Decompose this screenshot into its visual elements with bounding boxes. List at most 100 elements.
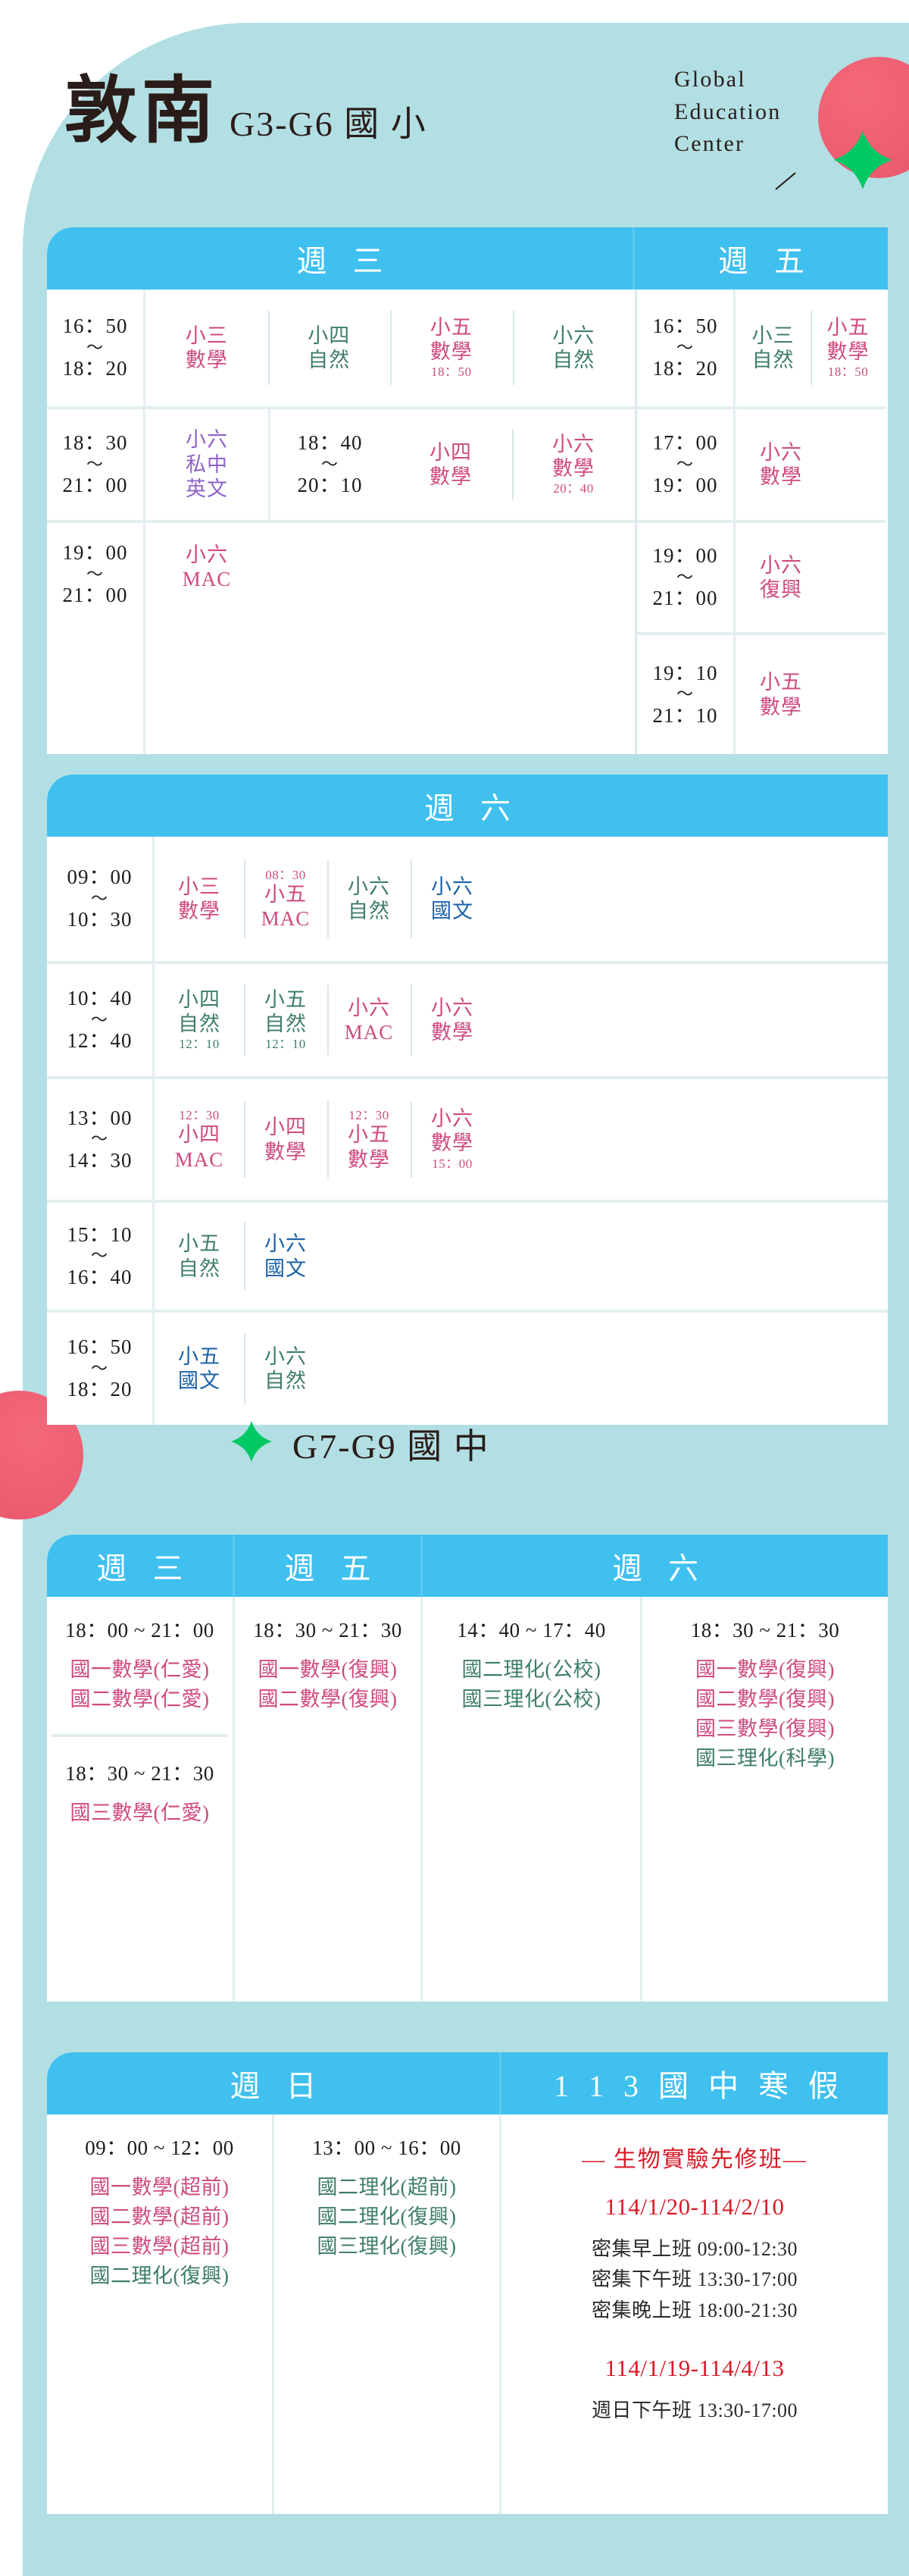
table-row: 19：00 〜 21：00 小六 復興: [637, 523, 886, 635]
time-tilde: 〜: [86, 564, 104, 584]
class-endtime: 20：40: [553, 481, 594, 496]
class-item: 國三數學(復興): [695, 1717, 835, 1741]
schedule-block: 09：00 ~ 12：00 國一數學(超前) 國二數學(超前) 國三數學(超前)…: [52, 2131, 267, 2292]
class-item: 小五 自然: [155, 1203, 244, 1310]
class-endtime: 18：50: [827, 365, 869, 380]
class-grade: 小五: [430, 315, 473, 339]
empty-cell: [494, 837, 888, 961]
wednesday-group: 16：50 〜 18：20 小三 數學 小四 自然 小五 數學 18：50 小六…: [47, 290, 635, 754]
class-cells: 小六 私中 英文 18：40 〜 20：10 小四 數學 小六 數學 20：40: [145, 409, 635, 520]
time-start: 09：00: [67, 865, 133, 889]
class-grade: 小六: [431, 875, 473, 898]
class-item: 小三 自然: [736, 290, 811, 406]
class-item: 小六 MAC: [145, 523, 268, 598]
time-end: 21：00: [62, 584, 128, 607]
class-cells: 小三 數學 小四 自然 小五 數學 18：50 小六 自然: [145, 290, 635, 406]
schedule-block: 18：30 ~ 21：30 國一數學(復興) 國二數學(復興): [239, 1614, 416, 1714]
time-tilde: 〜: [90, 1009, 108, 1029]
time-range: 18：30 ~ 21：30: [65, 1762, 214, 1786]
time-start: 17：00: [652, 431, 718, 455]
gec-line-1: Global: [674, 67, 746, 92]
class-subject: MAC: [344, 1021, 394, 1044]
class-cells: 小三 自然 小五 數學 18：50: [736, 290, 886, 406]
class-grade: 小六: [552, 432, 595, 455]
class-item: 小六 自然: [512, 290, 636, 406]
table-header-row: 週 六: [47, 775, 888, 837]
inner-time-range: 18：40 〜 20：10: [268, 409, 389, 520]
time-range: 18：00 ~ 21：00: [65, 1619, 214, 1642]
schedule-block: 14：40 ~ 17：40 國二理化(公校) 國三理化(公校): [427, 1614, 636, 1714]
class-grade: 小三: [185, 324, 228, 347]
poster-page: 敦南 G3-G6 國 小 Global Education Center 週 三…: [0, 0, 909, 2576]
class-endtime: 12：10: [265, 1037, 306, 1052]
class-item: 小四 數學: [389, 409, 512, 520]
camp-date-2: 114/1/19-114/4/13: [604, 2354, 785, 2381]
column-header-saturday: 週 六: [612, 1551, 708, 1585]
column-header-wednesday: 週 三: [47, 1535, 235, 1597]
class-subject: 國文: [431, 900, 473, 922]
table-body: 09：00 ~ 12：00 國一數學(超前) 國二數學(超前) 國三數學(超前)…: [47, 2114, 888, 2514]
gec-line-2: Education: [674, 99, 782, 124]
column-header-sunday: 週 日: [47, 2052, 501, 2114]
camp-session-afternoon: 密集下午班 13:30-17:00: [591, 2268, 798, 2291]
class-item: 小六 國文: [244, 1203, 327, 1310]
time-start: 19：10: [652, 661, 718, 684]
junior-section-title: G7-G9 國 中: [227, 1417, 490, 1470]
class-item: 國一數學(仁愛): [70, 1658, 210, 1681]
class-subject: 國文: [178, 1369, 220, 1392]
time-tilde: 〜: [676, 567, 694, 587]
class-subject: 自然: [552, 349, 595, 371]
camp-date-1: 114/1/20-114/2/10: [604, 2193, 785, 2220]
class-grade: 小六: [348, 996, 390, 1019]
time-start: 18：30: [62, 431, 128, 455]
time-start: 16：50: [67, 1335, 133, 1359]
class-item: 國二理化(復興): [89, 2265, 230, 2288]
class-starttime: 12：30: [348, 1108, 389, 1123]
class-cells: 12：30 小四 MAC 小四 數學 12：30 小五 數學 小六 數學 15：…: [155, 1079, 888, 1200]
class-item: 小六 私中 英文: [145, 409, 268, 520]
junior-column-sunday-afternoon: 13：00 ~ 16：00 國二理化(超前) 國二理化(復興) 國三理化(復興): [274, 2114, 501, 2514]
class-grade: 小六: [186, 428, 228, 452]
class-item: 國一數學(超前): [89, 2176, 230, 2199]
class-item: 小三 數學: [155, 837, 244, 961]
class-grade: 小六: [552, 324, 595, 347]
class-subject: 國文: [264, 1257, 307, 1280]
class-cells: 小五 國文 小六 自然: [155, 1313, 888, 1425]
class-item: 08：30 小五 MAC: [244, 837, 327, 961]
time-range: 16：50 〜 18：20: [637, 290, 736, 406]
class-grade: 小五: [178, 1344, 220, 1368]
table-header-row: 週 日 1 1 3 國 中 寒 假: [47, 2052, 888, 2114]
class-subject: 自然: [264, 1369, 307, 1392]
class-subject: 自然: [178, 1012, 220, 1035]
table-row: 16：50 〜 18：20 小三 自然 小五 數學 18：50: [637, 290, 886, 409]
class-item: 國二理化(超前): [317, 2176, 457, 2199]
class-item: 小六 復興: [736, 523, 826, 632]
class-item: 小四 數學: [244, 1079, 327, 1200]
class-item: 小六 MAC: [327, 964, 411, 1076]
class-cells: 小四 自然 12：10 小五 自然 12：10 小六 MAC 小六 數學: [155, 964, 888, 1076]
class-grade: 小四: [178, 988, 220, 1011]
class-item: 小五 自然 12：10: [244, 964, 327, 1076]
class-subject: 數學: [431, 1131, 473, 1155]
time-end: 19：00: [652, 474, 718, 497]
schedule-block: 13：00 ~ 16：00 國二理化(超前) 國二理化(復興) 國三理化(復興): [279, 2131, 495, 2261]
time-range: 09：00 〜 10：30: [47, 837, 155, 961]
table-row: 10：40 〜 12：40 小四 自然 12：10 小五 自然 12：10 小六…: [47, 964, 888, 1079]
class-subject: 自然: [348, 900, 390, 922]
time-end: 16：40: [67, 1265, 133, 1288]
junior-column-saturday-evening: 18：30 ~ 21：30 國一數學(復興) 國二數學(復興) 國三數學(復興)…: [642, 1597, 888, 2002]
class-grade: 小六: [348, 875, 390, 898]
class-subject: 數學: [431, 1021, 473, 1044]
time-tilde: 〜: [676, 684, 694, 704]
class-item: 小六 自然: [327, 837, 411, 961]
class-subject: 數學: [430, 340, 473, 363]
table-row: 18：30 〜 21：00 小六 私中 英文 18：40 〜 20：10 小四 …: [47, 409, 635, 523]
time-range: 09：00 ~ 12：00: [85, 2136, 234, 2159]
time-start: 15：10: [67, 1222, 133, 1246]
time-range: 18：30 〜 21：00: [47, 409, 145, 520]
elementary-saturday-table: 週 六 09：00 〜 10：30 小三 數學 08：30 小五 MAC 小六 …: [47, 775, 888, 1425]
class-grade: 小三: [751, 324, 795, 347]
junior-column-friday: 18：30 ~ 21：30 國一數學(復興) 國二數學(復興): [235, 1597, 423, 2002]
class-item: 小六 數學: [411, 964, 494, 1076]
class-subject: 數學: [178, 900, 220, 922]
